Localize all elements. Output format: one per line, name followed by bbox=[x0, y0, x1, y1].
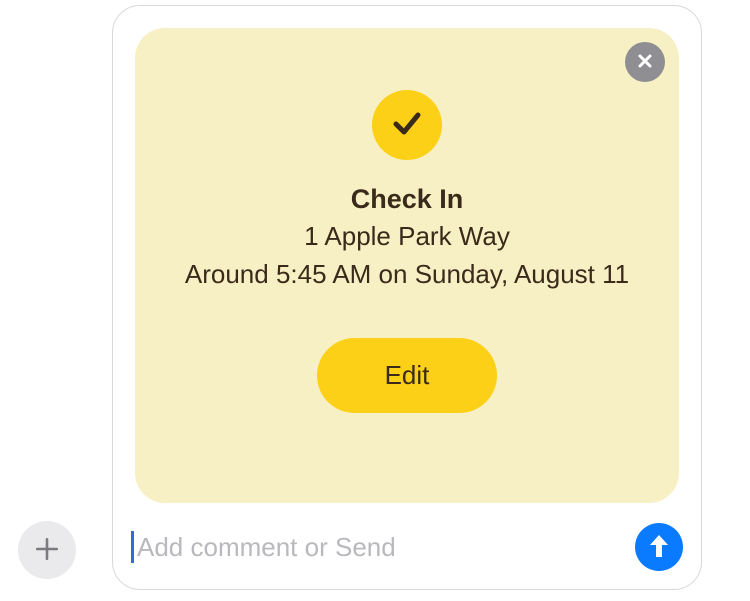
send-button[interactable] bbox=[635, 523, 683, 571]
checkmark-icon bbox=[388, 104, 426, 147]
checkmark-badge bbox=[372, 90, 442, 160]
text-cursor bbox=[131, 531, 134, 563]
edit-button[interactable]: Edit bbox=[317, 338, 498, 413]
add-attachment-button[interactable] bbox=[18, 521, 76, 579]
card-time: Around 5:45 AM on Sunday, August 11 bbox=[145, 256, 669, 292]
arrow-up-icon bbox=[647, 533, 671, 562]
checkin-message-bubble: Check In 1 Apple Park Way Around 5:45 AM… bbox=[112, 5, 702, 590]
comment-input[interactable] bbox=[137, 532, 627, 563]
close-icon bbox=[637, 53, 653, 72]
card-title: Check In bbox=[351, 184, 464, 215]
checkin-card: Check In 1 Apple Park Way Around 5:45 AM… bbox=[135, 28, 679, 503]
close-button[interactable] bbox=[625, 42, 665, 82]
plus-icon bbox=[34, 536, 60, 565]
comment-input-wrap[interactable] bbox=[131, 531, 627, 563]
comment-input-row bbox=[113, 503, 701, 589]
card-address: 1 Apple Park Way bbox=[304, 221, 510, 252]
